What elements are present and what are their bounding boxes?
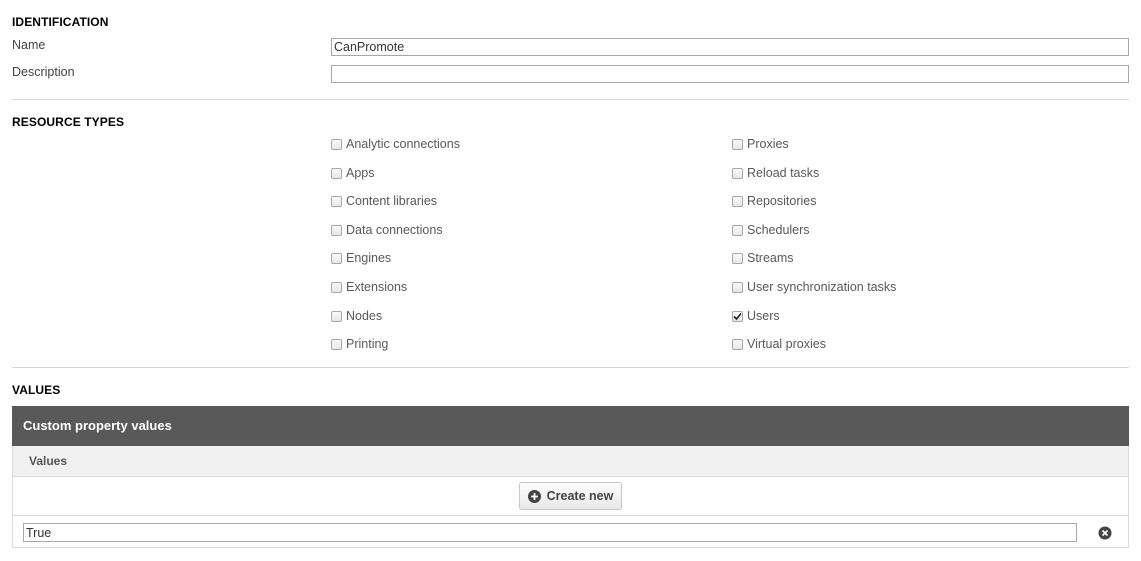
resource-type-user-synchronization-tasks[interactable]: User synchronization tasks (732, 279, 896, 295)
checkbox[interactable] (331, 338, 342, 350)
resource-type-content-libraries[interactable]: Content libraries (331, 193, 437, 209)
resource-type-label: Data connections (346, 223, 443, 237)
resource-type-label: Printing (346, 337, 389, 351)
resource-type-label: Repositories (747, 194, 817, 208)
checkbox[interactable] (331, 281, 342, 293)
resource-type-label: Streams (747, 251, 794, 265)
resource-type-label: Nodes (346, 309, 383, 323)
resource-type-label: Proxies (747, 137, 789, 151)
checkbox[interactable] (331, 252, 342, 264)
identification-heading: IDENTIFICATION (12, 15, 109, 29)
resource-type-users[interactable]: Users (732, 308, 780, 324)
resource-type-extensions[interactable]: Extensions (331, 279, 407, 295)
create-row: Create new (13, 477, 1128, 516)
resource-type-label: Users (747, 309, 780, 323)
values-column-header: Values (12, 446, 1129, 477)
resource-type-streams[interactable]: Streams (732, 250, 794, 266)
resource-type-virtual-proxies[interactable]: Virtual proxies (732, 336, 826, 352)
name-label: Name (12, 38, 46, 52)
checkbox[interactable] (732, 310, 743, 322)
values-heading: VALUES (12, 383, 61, 397)
checkbox[interactable] (732, 338, 743, 350)
checkbox[interactable] (331, 310, 342, 322)
resource-type-proxies[interactable]: Proxies (732, 136, 789, 152)
checkbox[interactable] (331, 167, 342, 179)
checkbox[interactable] (331, 195, 342, 207)
resource-type-label: Reload tasks (747, 166, 820, 180)
plus-circle-icon (527, 489, 541, 503)
resource-types-heading: RESOURCE TYPES (12, 115, 125, 129)
resource-type-apps[interactable]: Apps (331, 165, 375, 181)
checkbox[interactable] (331, 138, 342, 150)
description-label: Description (12, 65, 75, 79)
custom-property-values-header: Custom property values (12, 406, 1129, 446)
values-panel: Create new (12, 477, 1129, 548)
resource-type-label: User synchronization tasks (747, 280, 897, 294)
value-field[interactable] (23, 523, 1077, 542)
resource-type-schedulers[interactable]: Schedulers (732, 222, 810, 238)
resource-type-label: Analytic connections (346, 137, 460, 151)
remove-value-icon[interactable] (1098, 526, 1112, 540)
section-divider (12, 367, 1129, 368)
checkbox[interactable] (331, 224, 342, 236)
checkbox[interactable] (732, 252, 743, 264)
resource-type-label: Engines (346, 251, 392, 265)
resource-type-data-connections[interactable]: Data connections (331, 222, 443, 238)
checkbox[interactable] (732, 167, 743, 179)
resource-type-analytic-connections[interactable]: Analytic connections (331, 136, 460, 152)
section-divider (12, 99, 1129, 100)
checkbox[interactable] (732, 224, 743, 236)
resource-type-label: Apps (346, 166, 375, 180)
resource-type-label: Schedulers (747, 223, 810, 237)
resource-type-label: Virtual proxies (747, 337, 826, 351)
create-new-label: Create new (546, 489, 614, 503)
resource-type-label: Content libraries (346, 194, 438, 208)
resource-type-printing[interactable]: Printing (331, 336, 388, 352)
resource-type-nodes[interactable]: Nodes (331, 308, 382, 324)
description-field[interactable] (331, 65, 1129, 83)
create-new-button[interactable]: Create new (519, 482, 622, 510)
checkbox[interactable] (732, 281, 743, 293)
name-field[interactable] (331, 38, 1129, 56)
resource-type-repositories[interactable]: Repositories (732, 193, 816, 209)
checkbox[interactable] (732, 138, 743, 150)
resource-type-label: Extensions (346, 280, 408, 294)
resource-type-reload-tasks[interactable]: Reload tasks (732, 165, 819, 181)
resource-type-engines[interactable]: Engines (331, 250, 391, 266)
checkbox[interactable] (732, 195, 743, 207)
